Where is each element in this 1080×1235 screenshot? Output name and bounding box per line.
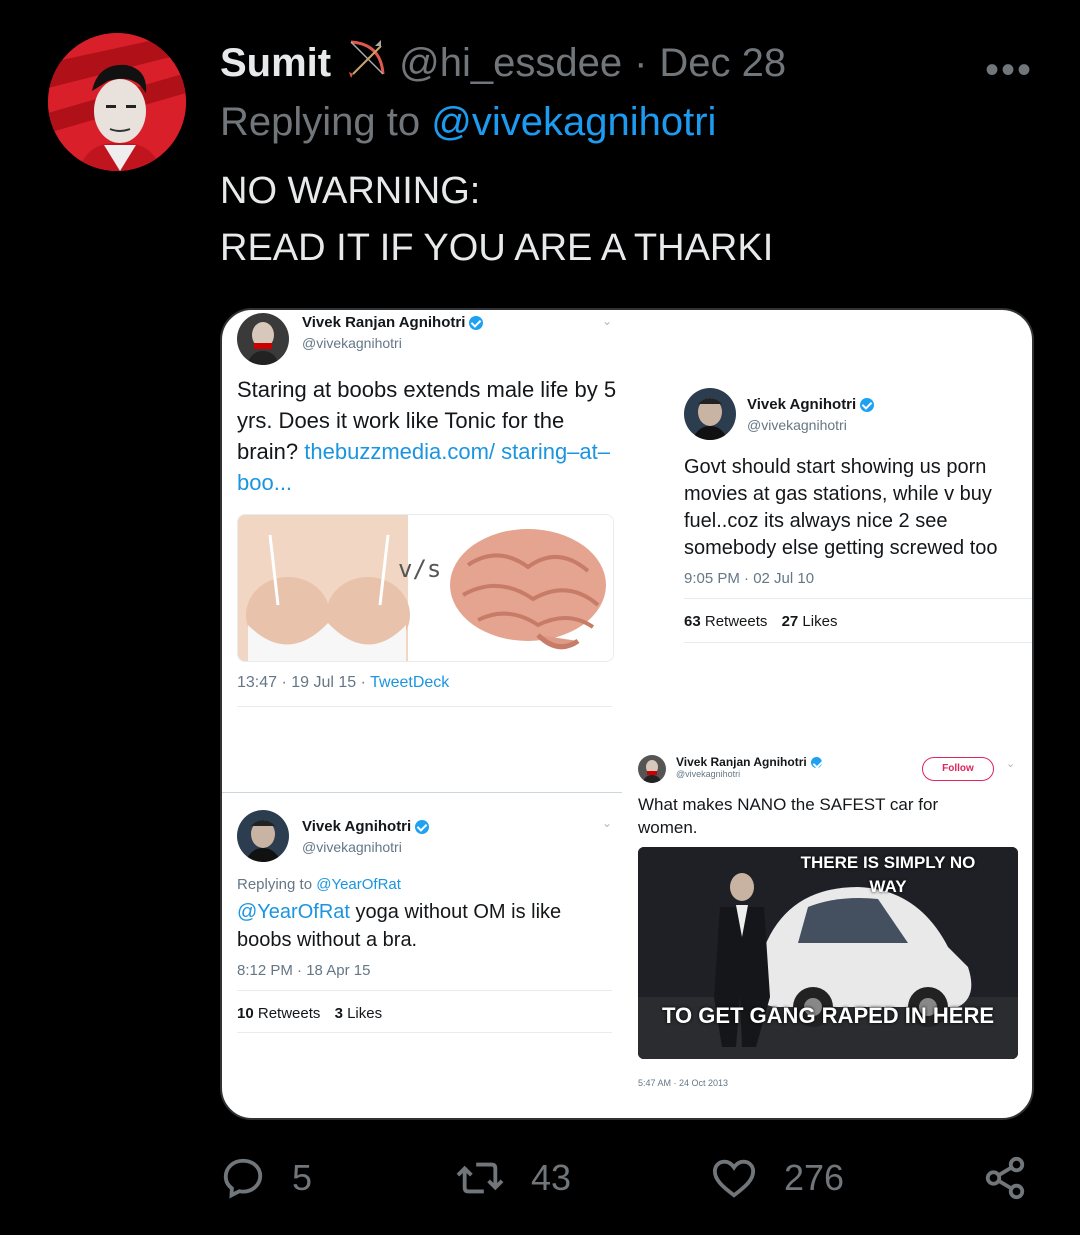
link-preview-image: v/s	[237, 514, 614, 662]
separator-dot: ·	[634, 40, 648, 85]
share-icon[interactable]	[982, 1155, 1028, 1201]
meme-top-text: THERE IS SIMPLY NO WAY	[800, 853, 976, 896]
tweet-text: Govt should start showing us porn movies…	[684, 456, 998, 559]
tweet-meta: 13:47 · 19 Jul 15 ·	[237, 674, 366, 691]
tweet-body-line: READ IT IF YOU ARE A THARKI	[220, 227, 774, 269]
tweet-meta: 9:05 PM · 02 Jul 10	[684, 570, 815, 587]
retweet-count: 63	[684, 613, 701, 630]
avatar	[684, 388, 736, 440]
replying-prefix: Replying to	[220, 100, 421, 144]
author-name: Vivek Ranjan Agnihotri	[676, 755, 807, 769]
replying-to-link: @YearOfRat	[316, 876, 401, 893]
tweet-mention: @YearOfRat	[237, 901, 350, 923]
chevron-down-icon: ⌄	[602, 314, 613, 328]
avatar	[638, 755, 666, 783]
replying-to-link[interactable]: @vivekagnihotri	[431, 100, 716, 144]
tweet-text: What makes NANO the SAFEST car for women…	[638, 795, 939, 837]
retweet-count: 10	[237, 1005, 254, 1022]
chevron-down-icon: ⌄	[1006, 758, 1016, 770]
screenshot-card-2: Vivek Agnihotri @vivekagnihotri Govt sho…	[662, 370, 1032, 650]
retweets-label: Retweets	[257, 1005, 321, 1022]
verified-badge-icon	[469, 315, 484, 330]
author-handle: @vivekagnihotri	[302, 839, 402, 855]
verified-badge-icon	[810, 756, 822, 768]
tweet-meta: 5:47 AM · 24 Oct 2013	[638, 1078, 729, 1088]
tweet-date[interactable]: Dec 28	[659, 41, 786, 86]
tweet-body-line: NO WARNING:	[220, 170, 481, 212]
reply-action[interactable]: 5	[220, 1155, 312, 1201]
like-count: 27	[781, 613, 799, 630]
retweets-label: Retweets	[704, 613, 768, 630]
screenshot-card-4: Vivek Ranjan Agnihotri @vivekagnihotri F…	[632, 745, 1032, 1115]
verified-badge-icon	[415, 819, 430, 834]
avatar	[237, 313, 289, 365]
retweet-icon[interactable]	[455, 1155, 505, 1201]
author-handle: @vivekagnihotri	[747, 417, 847, 433]
heart-icon[interactable]	[710, 1155, 758, 1201]
screenshot-card-3: Vivek Agnihotri @vivekagnihotri ⌄ Replyi…	[222, 790, 622, 1050]
replying-prefix: Replying to	[237, 876, 313, 893]
avatar[interactable]	[48, 33, 186, 171]
screenshot-card-1: Vivek Ranjan Agnihotri @vivekagnihotri ⌄…	[222, 310, 616, 710]
tweet-header: Sumit @hi_essdee · Dec 28	[220, 36, 786, 90]
follow-button: Follow	[922, 757, 994, 781]
likes-label: Likes	[802, 613, 838, 630]
replying-to-line: Replying to @vivekagnihotri	[220, 100, 716, 145]
more-options-icon[interactable]: •••	[985, 48, 1033, 93]
tweet-body: NO WARNING: READ IT IF YOU ARE A THARKI	[220, 163, 773, 277]
reply-icon[interactable]	[220, 1155, 266, 1201]
author-name: Vivek Ranjan Agnihotri	[302, 314, 466, 331]
author-name: Vivek Agnihotri	[302, 818, 412, 835]
avatar	[237, 810, 289, 862]
tweet-meta: 8:12 PM · 18 Apr 15	[237, 962, 371, 979]
display-name[interactable]: Sumit	[220, 41, 331, 86]
like-action[interactable]: 276	[710, 1155, 844, 1201]
retweet-action[interactable]: 43	[455, 1155, 571, 1201]
likes-label: Likes	[347, 1005, 383, 1022]
author-handle: @vivekagnihotri	[676, 769, 741, 779]
chevron-down-icon: ⌄	[602, 816, 613, 830]
like-count: 276	[784, 1157, 845, 1198]
reply-count: 5	[292, 1157, 313, 1198]
tweet-media[interactable]: Vivek Ranjan Agnihotri @vivekagnihotri ⌄…	[220, 308, 1034, 1120]
author-name: Vivek Agnihotri	[747, 396, 857, 413]
tweet-source: TweetDeck	[370, 674, 450, 691]
meme-bottom-text: TO GET GANG RAPED IN HERE	[661, 1003, 995, 1028]
like-count: 3	[334, 1005, 343, 1022]
bow-and-arrow-icon	[345, 36, 389, 90]
author-handle: @vivekagnihotri	[302, 335, 402, 351]
meme-image: THERE IS SIMPLY NO WAY TO GET GANG RAPED…	[638, 847, 1018, 1059]
verified-badge-icon	[860, 397, 875, 412]
user-handle[interactable]: @hi_essdee	[399, 41, 622, 86]
versus-label: v/s	[398, 555, 442, 583]
retweet-count: 43	[531, 1157, 572, 1198]
